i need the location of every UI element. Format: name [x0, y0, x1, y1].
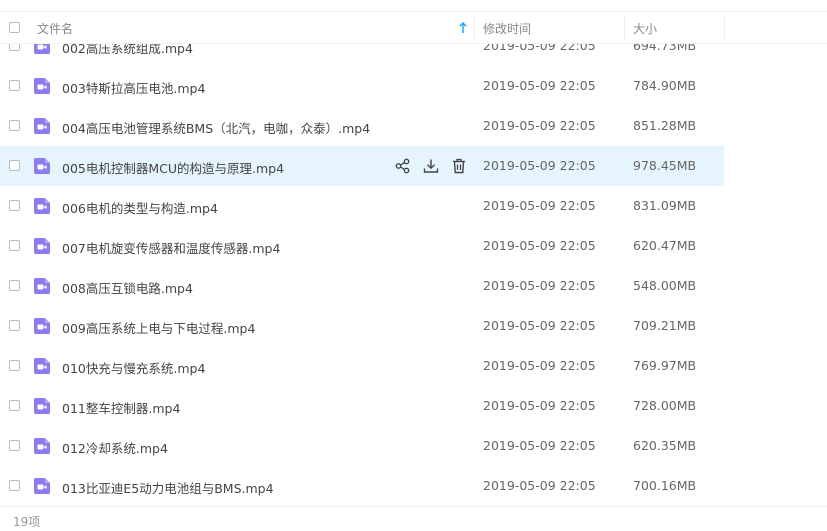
column-header-size[interactable]: 大小 [633, 20, 657, 37]
file-modified-date: 2019-05-09 22:05 [483, 78, 596, 93]
file-rows: 002高压系统组成.mp4 2019-05-09 22:05 694.73MB 003… [0, 26, 827, 506]
file-name-link[interactable]: 006电机的类型与构造.mp4 [62, 198, 218, 217]
file-list-view: 文件名 修改时间 大小 002高压系统组成.mp4 2019-05-09 22:0… [0, 0, 827, 531]
file-modified-date: 2019-05-09 22:05 [483, 438, 596, 453]
video-file-icon [32, 276, 52, 296]
file-name-link[interactable]: 008高压互锁电路.mp4 [62, 278, 193, 297]
row-checkbox[interactable] [9, 400, 20, 411]
file-row[interactable]: 008高压互锁电路.mp4 2019-05-09 22:05 548.00MB [0, 266, 724, 306]
video-file-icon [32, 476, 52, 496]
column-divider[interactable] [624, 14, 625, 41]
video-file-icon [32, 436, 52, 456]
download-icon[interactable] [422, 157, 440, 175]
file-name-link[interactable]: 004高压电池管理系统BMS（北汽，电咖，众泰）.mp4 [62, 118, 370, 137]
file-name-link[interactable]: 010快充与慢充系统.mp4 [62, 358, 205, 377]
row-checkbox[interactable] [9, 440, 20, 451]
column-header-name[interactable]: 文件名 [37, 20, 73, 37]
file-size: 728.00MB [633, 398, 697, 413]
row-checkbox[interactable] [9, 200, 20, 211]
top-strip [0, 0, 827, 12]
column-divider[interactable] [474, 14, 475, 41]
file-modified-date: 2019-05-09 22:05 [483, 478, 596, 493]
file-modified-date: 2019-05-09 22:05 [483, 158, 596, 173]
item-count: 19项 [13, 515, 41, 529]
row-checkbox[interactable] [9, 320, 20, 331]
row-checkbox[interactable] [9, 80, 20, 91]
row-checkbox[interactable] [9, 360, 20, 371]
video-file-icon [32, 396, 52, 416]
video-file-icon [32, 156, 52, 176]
file-size: 978.45MB [633, 158, 697, 173]
file-row[interactable]: 006电机的类型与构造.mp4 2019-05-09 22:05 831.09MB [0, 186, 724, 226]
file-name-link[interactable]: 003特斯拉高压电池.mp4 [62, 78, 205, 97]
video-file-icon [32, 356, 52, 376]
file-row[interactable]: 003特斯拉高压电池.mp4 2019-05-09 22:05 784.90MB [0, 66, 724, 106]
select-all-checkbox[interactable] [9, 22, 20, 33]
file-name-link[interactable]: 007电机旋变传感器和温度传感器.mp4 [62, 238, 280, 257]
file-row[interactable]: 007电机旋变传感器和温度传感器.mp4 2019-05-09 22:05 620.… [0, 226, 724, 266]
file-size: 620.35MB [633, 438, 697, 453]
file-row[interactable]: 013比亚迪E5动力电池组与BMS.mp4 2019-05-09 22:05 700… [0, 466, 724, 506]
file-modified-date: 2019-05-09 22:05 [483, 358, 596, 373]
status-footer: 19项 [0, 506, 827, 531]
file-modified-date: 2019-05-09 22:05 [483, 198, 596, 213]
file-modified-date: 2019-05-09 22:05 [483, 398, 596, 413]
file-modified-date: 2019-05-09 22:05 [483, 118, 596, 133]
file-size: 548.00MB [633, 278, 697, 293]
row-checkbox[interactable] [9, 240, 20, 251]
file-size: 784.90MB [633, 78, 697, 93]
file-row[interactable]: 005电机控制器MCU的构造与原理.mp4 2019-05-09 22:05 978… [0, 146, 724, 186]
file-name-link[interactable]: 013比亚迪E5动力电池组与BMS.mp4 [62, 478, 274, 497]
video-file-icon [32, 196, 52, 216]
file-size: 851.28MB [633, 118, 697, 133]
file-row[interactable]: 011整车控制器.mp4 2019-05-09 22:05 728.00MB [0, 386, 724, 426]
file-row[interactable]: 009高压系统上电与下电过程.mp4 2019-05-09 22:05 709.21… [0, 306, 724, 346]
video-file-icon [32, 316, 52, 336]
file-modified-date: 2019-05-09 22:05 [483, 238, 596, 253]
file-name-link[interactable]: 009高压系统上电与下电过程.mp4 [62, 318, 255, 337]
file-modified-date: 2019-05-09 22:05 [483, 278, 596, 293]
file-row[interactable]: 004高压电池管理系统BMS（北汽，电咖，众泰）.mp4 2019-05-09 2… [0, 106, 724, 146]
file-size: 700.16MB [633, 478, 697, 493]
file-size: 769.97MB [633, 358, 697, 373]
file-name-link[interactable]: 012冷却系统.mp4 [62, 438, 168, 457]
row-checkbox[interactable] [9, 280, 20, 291]
delete-icon[interactable] [450, 157, 468, 175]
file-name-link[interactable]: 011整车控制器.mp4 [62, 398, 180, 417]
file-row[interactable]: 010快充与慢充系统.mp4 2019-05-09 22:05 769.97MB [0, 346, 724, 386]
file-size: 620.47MB [633, 238, 697, 253]
column-divider[interactable] [724, 14, 725, 41]
list-header: 文件名 修改时间 大小 [0, 12, 827, 44]
file-modified-date: 2019-05-09 22:05 [483, 318, 596, 333]
video-file-icon [32, 116, 52, 136]
arrow-up-icon[interactable] [458, 20, 468, 34]
file-row[interactable]: 012冷却系统.mp4 2019-05-09 22:05 620.35MB [0, 426, 724, 466]
share-icon[interactable] [394, 157, 412, 175]
video-file-icon [32, 76, 52, 96]
row-actions [394, 157, 470, 175]
file-size: 709.21MB [633, 318, 697, 333]
video-file-icon [32, 236, 52, 256]
row-checkbox[interactable] [9, 480, 20, 491]
row-checkbox[interactable] [9, 160, 20, 171]
column-header-date[interactable]: 修改时间 [483, 20, 531, 37]
file-name-link[interactable]: 005电机控制器MCU的构造与原理.mp4 [62, 158, 284, 177]
row-checkbox[interactable] [9, 120, 20, 131]
file-size: 831.09MB [633, 198, 697, 213]
